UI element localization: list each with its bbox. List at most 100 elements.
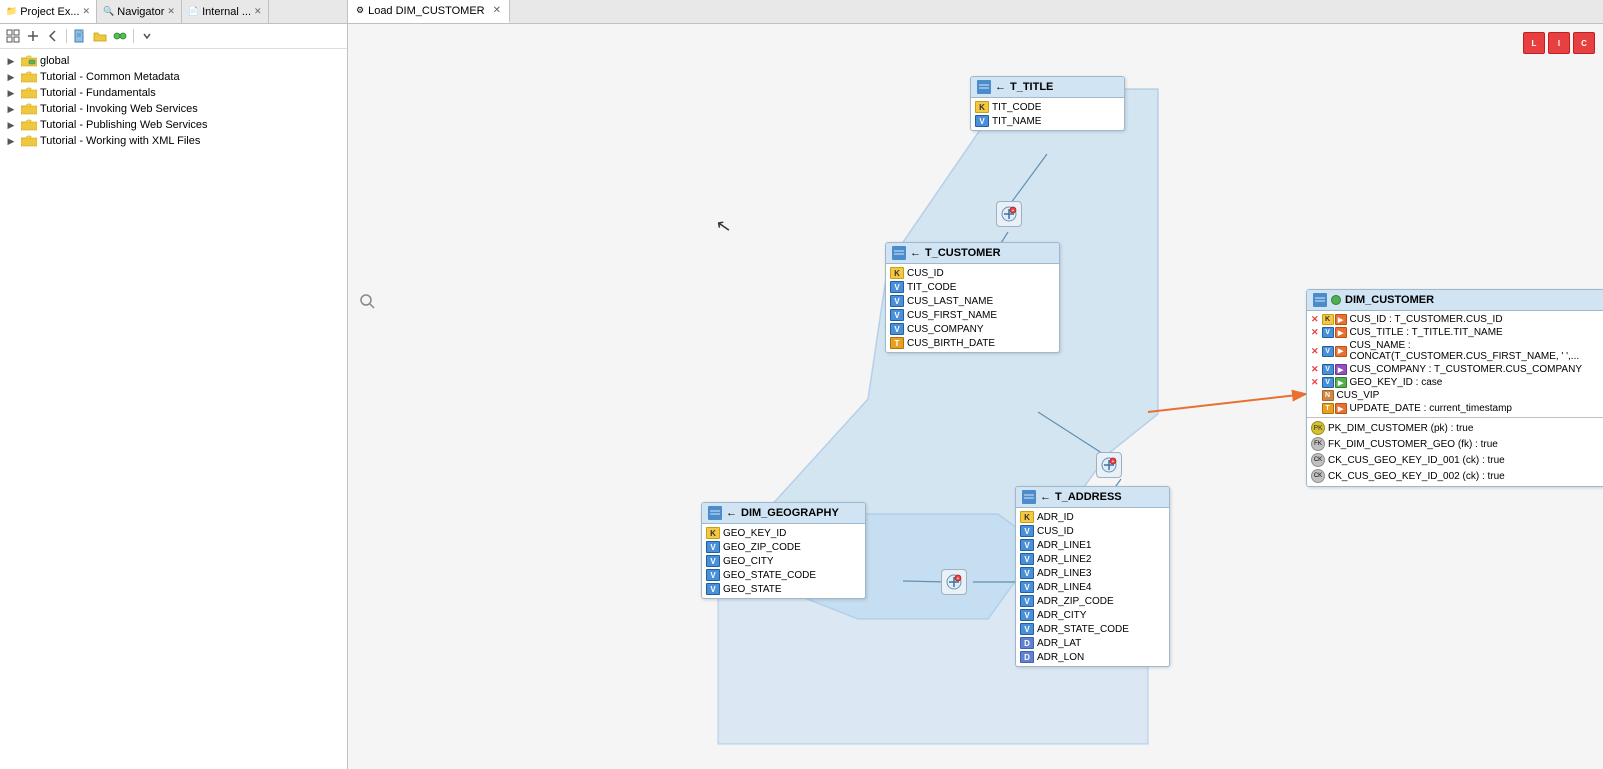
col-icon-varchar-adr-zip: V: [1020, 595, 1034, 607]
t-title-col-tit-name: V TIT_NAME: [971, 114, 1124, 128]
tree-content: ▶ global ▶ Tutorial - Common Metadata ▶ …: [0, 49, 347, 769]
tree-item-publishing-web-services[interactable]: ▶ Tutorial - Publishing Web Services: [0, 117, 347, 133]
col-icon-varchar-adr-state-code: V: [1020, 623, 1034, 635]
col-name-adr-lat: ADR_LAT: [1037, 638, 1081, 649]
col-icon-varchar-adr-line1: V: [1020, 539, 1034, 551]
tab-load-dim-customer-label: Load DIM_CUSTOMER: [368, 5, 485, 17]
col-icon-varchar-geo-city: V: [706, 555, 720, 567]
col-icon-varchar-adr-line3: V: [1020, 567, 1034, 579]
canvas-search-icon[interactable]: [358, 292, 378, 312]
t-address-columns: K ADR_ID V CUS_ID V ADR_LINE1 V ADR_LINE…: [1016, 508, 1169, 666]
ck-icon-dim-customer-2: CK: [1311, 469, 1325, 483]
col-icon-key-cus-id: K: [890, 267, 904, 279]
dim-customer-columns: ✕ K ▶ CUS_ID : T_CUSTOMER.CUS_ID ✕ V ▶: [1307, 311, 1603, 417]
canvas-area[interactable]: ↖ ← T_TITLE K TIT_CODE V: [348, 24, 1603, 769]
tab-project-explorer-close[interactable]: ✕: [83, 6, 91, 17]
t-customer-col-tit-code: V TIT_CODE: [886, 280, 1059, 294]
col-name-adr-zip: ADR_ZIP_CODE: [1037, 596, 1114, 607]
table-t-customer-header: ← T_CUSTOMER: [886, 243, 1059, 264]
into-btn-icon: I: [1558, 39, 1560, 48]
table-dim-geography-header: ← DIM_GEOGRAPHY: [702, 503, 865, 524]
table-t-customer[interactable]: ← T_CUSTOMER K CUS_ID V TIT_CODE V CUS_L…: [885, 242, 1060, 353]
dim-customer-constraint-fk: FK FK_DIM_CUSTOMER_GEO (fk) : true: [1307, 436, 1603, 452]
dropdown-button[interactable]: [138, 27, 156, 45]
col-name-cus-id: CUS_ID: [907, 268, 944, 279]
col-name-adr-cus-id: CUS_ID: [1037, 526, 1074, 537]
tab-internal[interactable]: 📄 Internal ... ✕: [182, 0, 269, 23]
t-customer-col-company: V CUS_COMPANY: [886, 322, 1059, 336]
table-t-title[interactable]: ← T_TITLE K TIT_CODE V TIT_NAME: [970, 76, 1125, 131]
folder-icon-publishing-web-services: [21, 119, 37, 131]
col-icon-varchar-adr-lat: D: [1020, 637, 1034, 649]
expand-invoking-web-services[interactable]: ▶: [4, 104, 18, 115]
mandatory-marker-3: ✕: [1311, 346, 1319, 357]
svg-text:+: +: [1012, 208, 1015, 214]
connector-join-1[interactable]: +: [996, 201, 1022, 227]
tree-item-working-xml-files[interactable]: ▶ Tutorial - Working with XML Files: [0, 133, 347, 149]
t-customer-col-cus-id: K CUS_ID: [886, 266, 1059, 280]
col-name-geo-state-code: GEO_STATE_CODE: [723, 570, 816, 581]
col-icons-cus-vip: N: [1322, 390, 1334, 401]
tree-item-invoking-web-services[interactable]: ▶ Tutorial - Invoking Web Services: [0, 101, 347, 117]
line-customer-join2: [1038, 412, 1108, 457]
t-address-prefix: ←: [1040, 491, 1051, 503]
output-node-dim-customer[interactable]: DIM_CUSTOMER ✕ K ▶ CUS_ID : T_CUSTOMER.C…: [1306, 289, 1603, 487]
dim-customer-col-cus-title: ✕ V ▶ CUS_TITLE : T_TITLE.TIT_NAME: [1307, 326, 1603, 339]
col-text-update-date: UPDATE_DATE : current_timestamp: [1350, 403, 1512, 414]
expand-working-xml-files[interactable]: ▶: [4, 136, 18, 147]
expand-global[interactable]: ▶: [4, 56, 18, 67]
expand-publishing-web-services[interactable]: ▶: [4, 120, 18, 131]
t-address-col-adr-line4: V ADR_LINE4: [1016, 580, 1169, 594]
folder-icon-common-metadata: [21, 71, 37, 83]
folder-icon-global: [21, 55, 37, 67]
tree-item-fundamentals[interactable]: ▶ Tutorial - Fundamentals: [0, 85, 347, 101]
table-t-address[interactable]: ← T_ADDRESS K ADR_ID V CUS_ID V ADR_LINE…: [1015, 486, 1170, 667]
col-name-birth-date: CUS_BIRTH_DATE: [907, 338, 995, 349]
table-dim-geography[interactable]: ← DIM_GEOGRAPHY K GEO_KEY_ID V GEO_ZIP_C…: [701, 502, 866, 599]
tree-item-common-metadata[interactable]: ▶ Tutorial - Common Metadata: [0, 69, 347, 85]
connector-join-3[interactable]: +: [941, 569, 967, 595]
left-panel: ▶ global ▶ Tutorial - Common Metadata ▶ …: [0, 24, 348, 769]
connect-button[interactable]: [111, 27, 129, 45]
pk-icon-dim-customer: PK: [1311, 421, 1325, 435]
mini-v-icon-geo-key-id: V: [1322, 377, 1334, 388]
expand-all-button[interactable]: [24, 27, 42, 45]
toolbar-into-button[interactable]: I: [1548, 32, 1570, 54]
mini-t-icon-update-date: T: [1322, 403, 1334, 414]
t-title-name: T_TITLE: [1010, 81, 1053, 93]
back-button[interactable]: [44, 27, 62, 45]
tab-navigator[interactable]: 🔍 Navigator ✕: [97, 0, 182, 23]
tab-internal-close[interactable]: ✕: [254, 6, 262, 17]
tree-label-fundamentals: Tutorial - Fundamentals: [40, 87, 156, 99]
tab-navigator-close[interactable]: ✕: [167, 6, 175, 17]
col-name-adr-line3: ADR_LINE3: [1037, 568, 1091, 579]
constraint-ck2-text: CK_CUS_GEO_KEY_ID_002 (ck) : true: [1328, 471, 1505, 482]
open-button[interactable]: [91, 27, 109, 45]
mini-n-icon-cus-vip: N: [1322, 390, 1334, 401]
tab-load-dim-customer-close[interactable]: ✕: [493, 5, 501, 16]
toolbar-cus-button[interactable]: C: [1573, 32, 1595, 54]
t-address-col-adr-zip: V ADR_ZIP_CODE: [1016, 594, 1169, 608]
collapse-all-button[interactable]: [4, 27, 22, 45]
col-name-company: CUS_COMPANY: [907, 324, 984, 335]
folder-icon-working-xml-files: [21, 135, 37, 147]
toolbar-load-button[interactable]: L: [1523, 32, 1545, 54]
expand-common-metadata[interactable]: ▶: [4, 72, 18, 83]
mandatory-marker-4: ✕: [1311, 364, 1319, 375]
col-icon-key-tit-code: K: [975, 101, 989, 113]
app-container: 📁 Project Ex... ✕ 🔍 Navigator ✕ 📄 Intern…: [0, 0, 1603, 769]
connector-join-2[interactable]: +: [1096, 452, 1122, 478]
tree-label-working-xml-files: Tutorial - Working with XML Files: [40, 135, 200, 147]
col-icon-date-birth-date: T: [890, 337, 904, 349]
tab-project-explorer[interactable]: 📁 Project Ex... ✕: [0, 0, 97, 23]
tree-item-global[interactable]: ▶ global: [0, 53, 347, 69]
ck-icon-dim-customer-1: CK: [1311, 453, 1325, 467]
expand-fundamentals[interactable]: ▶: [4, 88, 18, 99]
tree-label-publishing-web-services: Tutorial - Publishing Web Services: [40, 119, 208, 131]
dim-customer-col-cus-id: ✕ K ▶ CUS_ID : T_CUSTOMER.CUS_ID: [1307, 313, 1603, 326]
col-text-cus-vip: CUS_VIP: [1337, 390, 1380, 401]
mini-v-icon-cus-name: V: [1322, 346, 1334, 357]
new-project-button[interactable]: [71, 27, 89, 45]
col-icon-varchar-geo-state-code: V: [706, 569, 720, 581]
tab-load-dim-customer[interactable]: ⚙ Load DIM_CUSTOMER ✕: [348, 0, 510, 23]
